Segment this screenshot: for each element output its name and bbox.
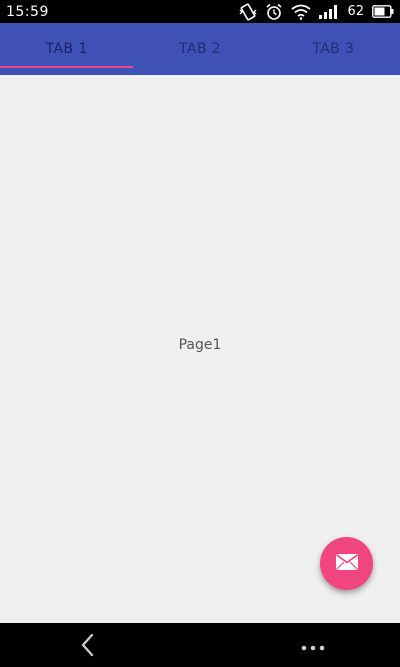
status-bar: 15:59 62 bbox=[0, 0, 400, 23]
navigation-bar bbox=[0, 623, 400, 667]
tab-3-label: TAB 3 bbox=[312, 41, 355, 57]
alarm-icon bbox=[265, 3, 283, 21]
mail-icon bbox=[335, 553, 358, 574]
tab-1-label: TAB 1 bbox=[45, 41, 88, 57]
tab-bar: TAB 1 TAB 2 TAB 3 bbox=[0, 23, 400, 75]
tab-3[interactable]: TAB 3 bbox=[267, 23, 400, 75]
battery-percent: 62 bbox=[347, 4, 364, 19]
status-icons: 62 bbox=[239, 3, 394, 21]
signal-icon bbox=[319, 4, 339, 19]
status-time: 15:59 bbox=[6, 3, 49, 20]
vibrate-icon bbox=[239, 3, 257, 21]
more-icon[interactable] bbox=[300, 639, 326, 651]
tab-2[interactable]: TAB 2 bbox=[133, 23, 266, 75]
battery-icon bbox=[372, 5, 394, 18]
page-label: Page1 bbox=[178, 337, 222, 353]
wifi-icon bbox=[291, 4, 312, 20]
tab-indicator bbox=[0, 66, 133, 68]
tab-2-label: TAB 2 bbox=[178, 41, 221, 57]
back-icon[interactable] bbox=[78, 633, 98, 657]
compose-mail-button[interactable] bbox=[320, 537, 373, 590]
